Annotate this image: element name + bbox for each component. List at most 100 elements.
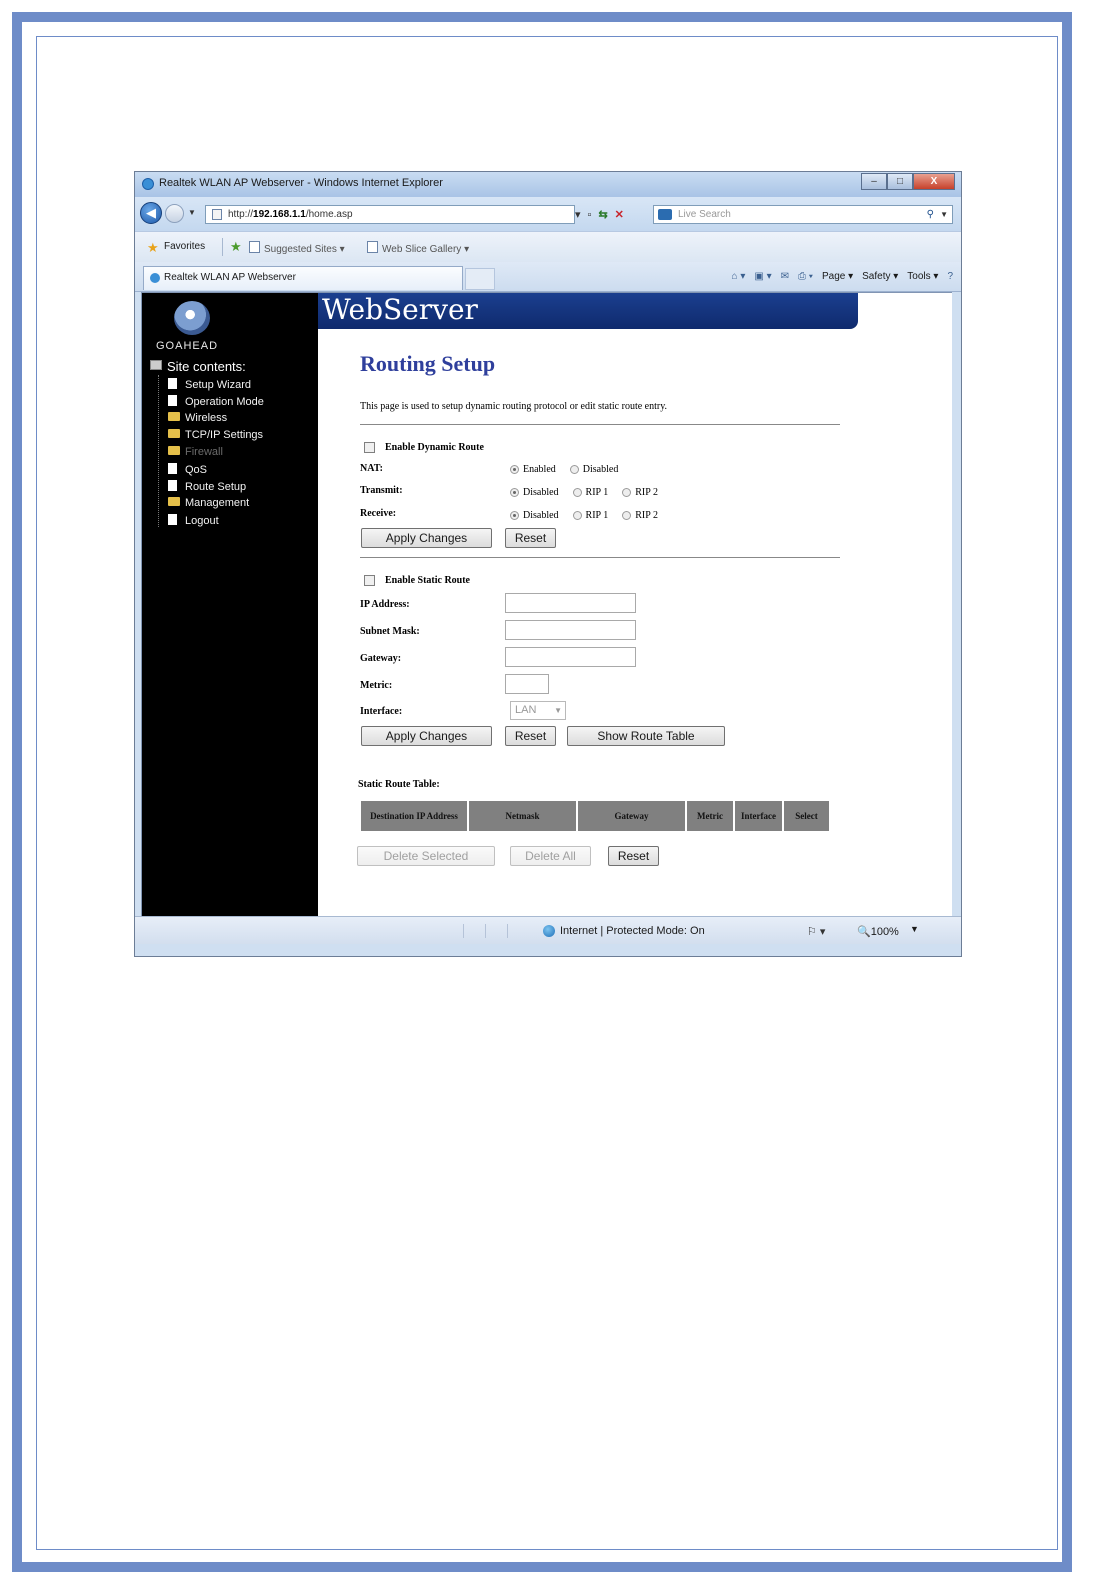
stop-icon[interactable]: ✕: [615, 208, 624, 221]
dynamic-reset-button[interactable]: Reset: [505, 528, 556, 548]
static-route-table-title: Static Route Table:: [358, 779, 440, 790]
sidebar-item-operation-mode[interactable]: Operation Mode: [168, 395, 264, 408]
status-bar: Internet | Protected Mode: On ⚐ ▾ 🔍100% …: [135, 916, 961, 945]
back-button[interactable]: ◀: [140, 202, 162, 224]
section-divider: [360, 424, 840, 425]
search-icon[interactable]: ⚲: [927, 206, 934, 223]
tab-realtek-webserver[interactable]: Realtek WLAN AP Webserver: [143, 266, 463, 290]
maximize-button[interactable]: □: [887, 173, 913, 190]
status-divider: [485, 924, 486, 938]
tree-guide-line: [158, 375, 160, 527]
sidebar-item-qos[interactable]: QoS: [168, 463, 207, 476]
show-route-table-button[interactable]: Show Route Table: [567, 726, 725, 746]
window-bottom-frame: [135, 944, 961, 956]
zoom-level[interactable]: 🔍100%: [857, 925, 899, 938]
transmit-rip1-radio[interactable]: RIP 1: [572, 487, 608, 498]
ip-address-input[interactable]: [505, 593, 636, 613]
site-contents-root[interactable]: Site contents:: [150, 359, 246, 374]
radio-icon: [622, 511, 632, 520]
receive-disabled-radio[interactable]: Disabled: [510, 510, 559, 521]
table-header-row: Destination IP Address Netmask Gateway M…: [361, 801, 829, 831]
transmit-rip2-radio[interactable]: RIP 2: [622, 487, 658, 498]
static-reset-button[interactable]: Reset: [505, 726, 556, 746]
history-dropdown-icon[interactable]: ▼: [188, 208, 196, 217]
goahead-logo-icon: [174, 301, 210, 335]
page-icon: [249, 241, 260, 253]
interface-select[interactable]: LAN ▼: [510, 701, 566, 720]
new-tab-button[interactable]: [465, 268, 495, 290]
delete-all-button[interactable]: Delete All: [510, 846, 591, 866]
interface-selected-value: LAN: [515, 704, 537, 716]
compatibility-view-icon[interactable]: ▫: [588, 209, 592, 221]
favorites-star-icon[interactable]: ★: [147, 240, 159, 256]
nat-disabled-radio[interactable]: Disabled: [569, 464, 618, 475]
favorites-item-suggested-sites[interactable]: Suggested Sites ▾: [249, 241, 345, 255]
refresh-icon[interactable]: ⇆: [598, 208, 607, 221]
radio-icon: [572, 488, 582, 497]
sidebar-item-firewall[interactable]: Firewall: [168, 446, 223, 458]
command-bar: ⌂ ▾ ▣ ▾ ✉ ⎙ ▾ Page ▾ Safety ▾ Tools ▾ ?: [732, 271, 954, 282]
static-apply-changes-button[interactable]: Apply Changes: [361, 726, 492, 746]
brand-name: GOAHEAD: [156, 340, 219, 352]
tree-root-icon: [150, 360, 162, 370]
subnet-mask-input[interactable]: [505, 620, 636, 640]
column-header-interface: Interface: [735, 801, 782, 831]
sidebar-item-logout[interactable]: Logout: [168, 514, 219, 527]
close-button[interactable]: X: [913, 173, 955, 190]
sidebar-item-route-setup[interactable]: Route Setup: [168, 480, 246, 493]
folder-icon: [168, 429, 180, 438]
add-to-favorites-icon[interactable]: ★: [230, 239, 242, 255]
mail-icon[interactable]: ✉: [781, 271, 789, 282]
address-dropdown-icon[interactable]: ▾: [575, 208, 581, 221]
delete-selected-button[interactable]: Delete Selected: [357, 846, 495, 866]
enable-dynamic-route-checkbox[interactable]: [364, 442, 375, 453]
print-icon[interactable]: ⎙ ▾: [798, 271, 813, 282]
nat-enabled-radio[interactable]: Enabled: [510, 464, 556, 475]
radio-icon: [622, 488, 632, 497]
safety-menu[interactable]: Safety ▾: [862, 271, 898, 282]
transmit-disabled-radio[interactable]: Disabled: [510, 487, 559, 498]
home-icon[interactable]: ⌂ ▾: [732, 271, 746, 282]
help-icon[interactable]: ?: [947, 271, 953, 282]
favorites-button[interactable]: Favorites: [164, 241, 205, 252]
interface-label: Interface:: [360, 706, 403, 717]
sidebar-item-setup-wizard[interactable]: Setup Wizard: [168, 378, 251, 391]
tab-bar: Realtek WLAN AP Webserver ⌂ ▾ ▣ ▾ ✉ ⎙ ▾ …: [135, 262, 961, 292]
enable-static-route-checkbox[interactable]: [364, 575, 375, 586]
feeds-icon[interactable]: ▣ ▾: [754, 271, 771, 282]
gateway-input[interactable]: [505, 647, 636, 667]
sidebar-item-wireless[interactable]: Wireless: [168, 412, 227, 424]
gateway-label: Gateway:: [360, 653, 402, 664]
receive-rip2-radio[interactable]: RIP 2: [622, 510, 658, 521]
page-menu[interactable]: Page ▾: [822, 271, 853, 282]
search-input[interactable]: Live Search ⚲ ▼: [653, 205, 953, 224]
tools-menu[interactable]: Tools ▾: [907, 271, 938, 282]
security-zone-status[interactable]: Internet | Protected Mode: On: [560, 925, 705, 937]
document-icon: [168, 514, 177, 525]
radio-selected-icon: [510, 488, 519, 497]
page-description: This page is used to setup dynamic routi…: [360, 401, 668, 412]
favorites-item-web-slice-gallery[interactable]: Web Slice Gallery ▾: [367, 241, 469, 255]
column-header-gateway: Gateway: [578, 801, 685, 831]
document-icon: [168, 480, 177, 491]
minimize-button[interactable]: –: [861, 173, 887, 190]
favorites-divider: [222, 238, 223, 256]
receive-rip1-radio[interactable]: RIP 1: [572, 510, 608, 521]
sidebar-item-management[interactable]: Management: [168, 497, 249, 509]
search-dropdown-icon[interactable]: ▼: [940, 206, 948, 223]
column-header-select: Select: [784, 801, 829, 831]
live-search-icon: [658, 209, 672, 220]
address-input[interactable]: http://192.168.1.1/home.asp: [205, 205, 575, 224]
sidebar-item-tcpip-settings[interactable]: TCP/IP Settings: [168, 429, 263, 441]
browser-window: Realtek WLAN AP Webserver - Windows Inte…: [134, 171, 962, 957]
table-reset-button[interactable]: Reset: [608, 846, 659, 866]
forward-button[interactable]: [165, 204, 184, 223]
zoom-dropdown-icon[interactable]: ▼: [910, 924, 919, 934]
metric-input[interactable]: [505, 674, 549, 694]
protected-mode-icon[interactable]: ⚐ ▾: [807, 925, 825, 938]
transmit-label: Transmit:: [360, 485, 403, 496]
dynamic-apply-changes-button[interactable]: Apply Changes: [361, 528, 492, 548]
document-icon: [168, 378, 177, 389]
window-controls: – □ X: [861, 173, 955, 191]
main-content: Routing Setup This page is used to setup…: [318, 329, 952, 916]
